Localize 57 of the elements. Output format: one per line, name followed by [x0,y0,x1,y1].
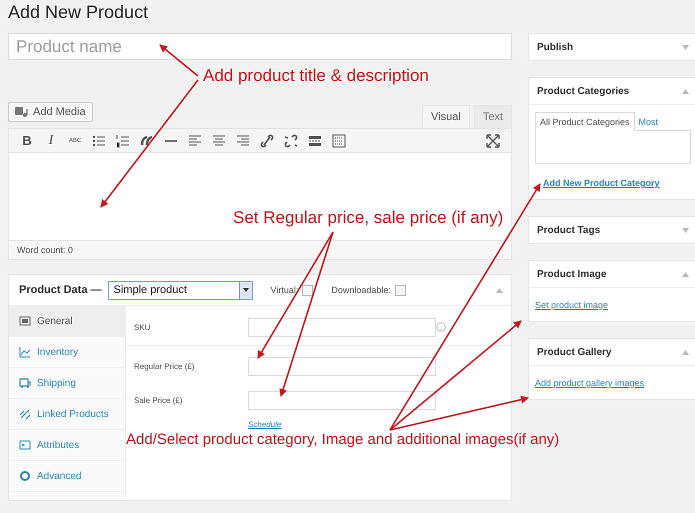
box-title: Product Tags [537,224,600,236]
product-data-tab[interactable]: Inventory [9,337,125,368]
product-type-select[interactable]: Simple product [108,280,253,300]
option-label: Virtual: [270,285,298,295]
italic-button[interactable]: I [39,130,63,150]
product-data-tab[interactable]: General [9,306,125,337]
align-right-icon[interactable] [236,134,250,148]
bold-button[interactable]: B [15,130,39,150]
media-icon [15,106,29,118]
editor-tab[interactable]: Text [474,105,512,128]
word-count: Word count: 0 [17,244,73,257]
category-tab[interactable]: All Product Categories [535,112,635,131]
align-left-icon[interactable] [188,134,202,148]
product-data-tab[interactable]: Advanced [9,461,125,492]
unlink-icon[interactable] [284,134,298,148]
input-field[interactable] [248,318,436,336]
product-name-field[interactable]: Product name [8,33,512,60]
product-data-tab[interactable]: Attributes [9,430,125,461]
field-label: SKU [134,322,152,332]
annotation-arrow [159,44,198,77]
box-title: Product Image [537,268,606,280]
annotation-text: Add/Select product category, Image and additional images(if any) [126,431,560,448]
editor-area[interactable] [8,153,512,240]
help-icon [436,322,446,332]
product-data-label: Product Data — [19,284,102,296]
annotation-text: Set Regular price, sale price (if any) [233,208,504,228]
box-title: Product Gallery [537,346,612,358]
schedule-link[interactable]: Schedule [248,420,282,429]
box-link[interactable]: Set product image [535,300,608,310]
truck-icon [19,377,31,389]
general-icon [19,315,31,327]
checkbox[interactable] [394,284,406,296]
editor-tab[interactable]: Visual [422,105,470,128]
bulleted-list-icon[interactable] [92,134,106,148]
product-data-tab[interactable]: Shipping [9,368,125,399]
product-data-tab[interactable]: Linked Products [9,399,125,430]
box-title: Publish [537,42,574,52]
page-title: Add New Product [8,1,150,24]
align-center-icon[interactable] [212,134,226,148]
input-field[interactable] [248,390,436,410]
box-title: Product Categories [537,86,630,96]
input-field[interactable] [248,356,436,376]
box-link[interactable]: Add New Product Category [543,178,660,188]
annotation-text: Add product title & description [203,66,429,86]
box-link[interactable]: Add product gallery images [535,378,644,388]
blockquote-icon[interactable] [140,134,154,148]
field-label: Sale Price (£) [134,396,184,404]
dropdown-caret-icon [242,288,249,292]
chart-icon [19,346,31,358]
read-more-icon[interactable] [308,134,322,148]
fullscreen-icon[interactable] [486,134,500,148]
field-label: Regular Price (£) [134,362,196,370]
category-tab[interactable]: Most [634,112,662,131]
numbered-list-icon[interactable] [116,134,130,148]
checkbox[interactable] [302,284,314,296]
add-media-button[interactable]: Add Media [8,102,93,122]
option-label: Downloadable: [331,285,391,295]
